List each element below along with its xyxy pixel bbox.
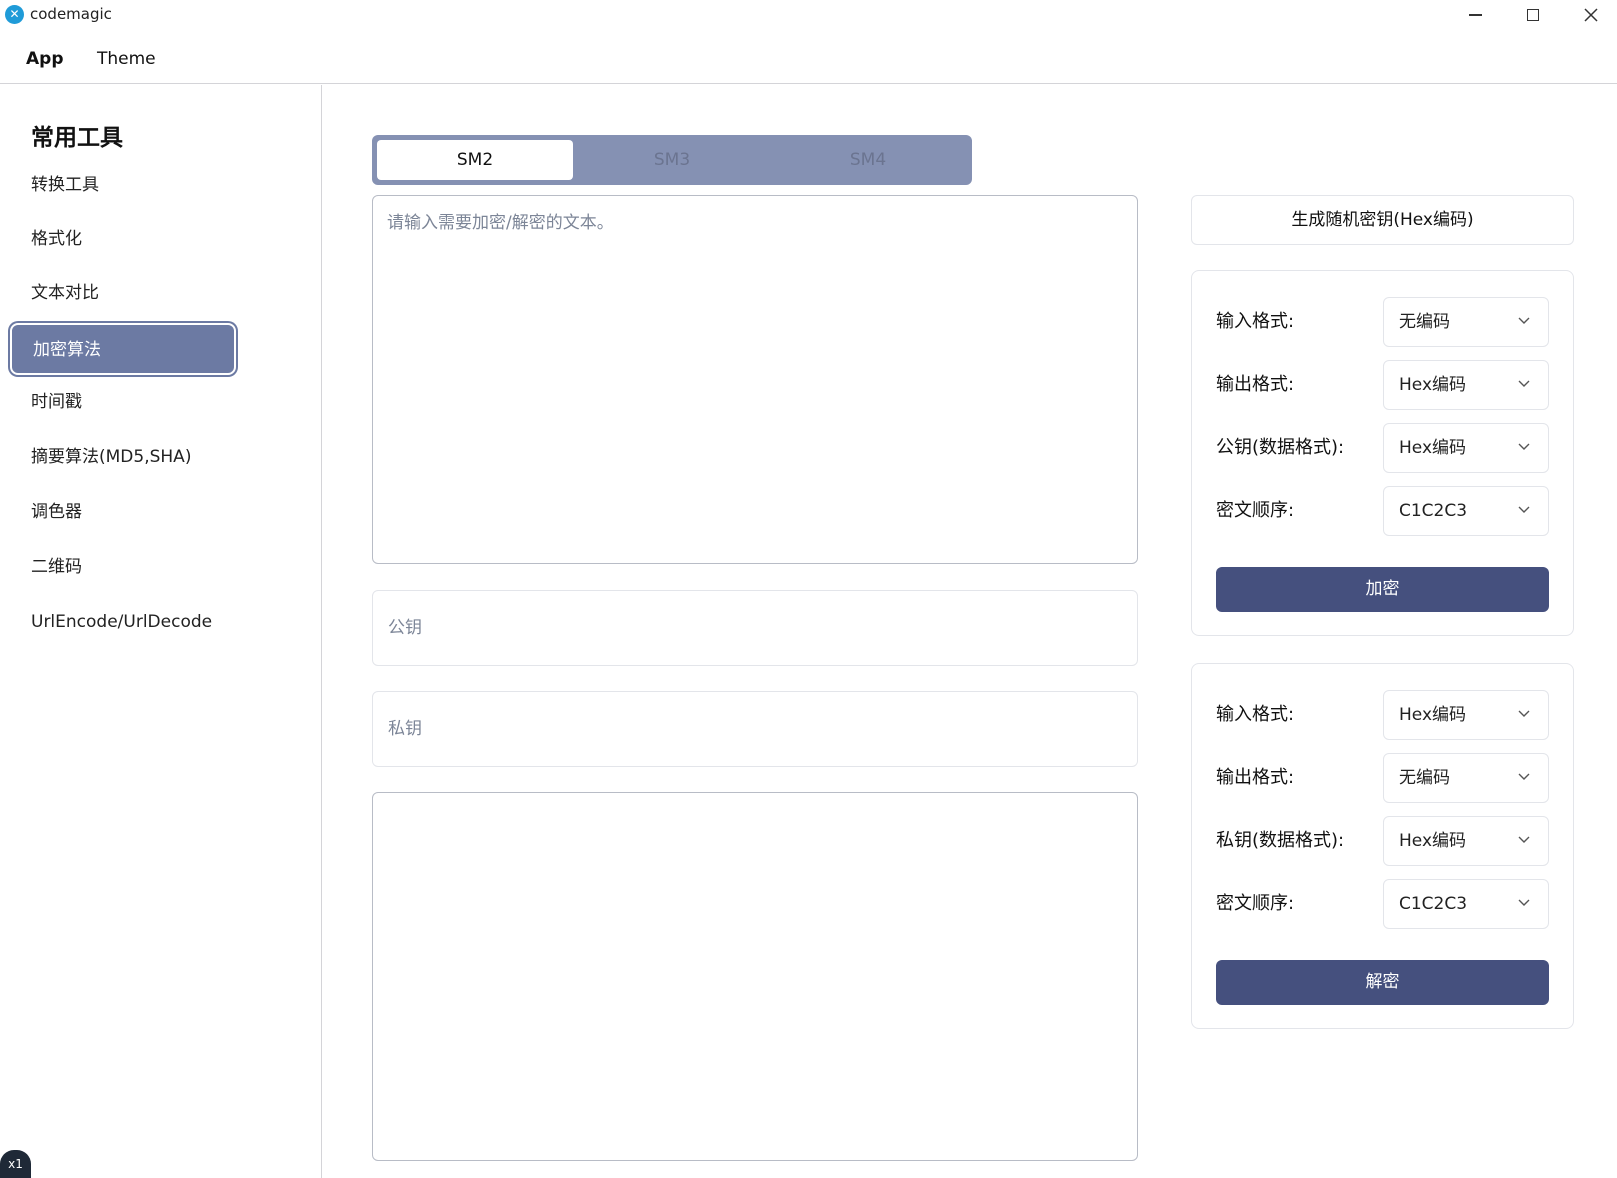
encrypt-cipher-order-select[interactable]: C1C2C3 <box>1383 486 1549 536</box>
select-value: C1C2C3 <box>1399 894 1468 914</box>
decrypt-input-format-label: 输入格式: <box>1216 704 1295 725</box>
encrypt-key-format-select[interactable]: Hex编码 <box>1383 423 1549 473</box>
app-title: codemagic <box>30 5 112 23</box>
tab-sm4[interactable]: SM4 <box>770 140 966 180</box>
select-value: Hex编码 <box>1399 705 1467 725</box>
close-icon <box>1584 8 1598 22</box>
sidebar-item-crypto[interactable]: 加密算法 <box>10 323 236 375</box>
sidebar-item-digest[interactable]: 摘要算法(MD5,SHA) <box>8 430 238 485</box>
sidebar-item-convert[interactable]: 转换工具 <box>8 158 238 213</box>
close-button[interactable] <box>1562 0 1617 30</box>
chevron-down-icon <box>1518 506 1530 513</box>
private-key-input[interactable]: 私钥 <box>372 691 1138 767</box>
sidebar-item-diff[interactable]: 文本对比 <box>8 266 238 321</box>
menu-bar: App Theme <box>0 36 1617 84</box>
decrypt-cipher-order-label: 密文顺序: <box>1216 893 1295 914</box>
select-value: C1C2C3 <box>1399 501 1468 521</box>
generate-key-button[interactable]: 生成随机密钥(Hex编码) <box>1191 195 1574 245</box>
chevron-down-icon <box>1518 317 1530 324</box>
output-textarea[interactable] <box>372 792 1138 1161</box>
public-key-input[interactable]: 公钥 <box>372 590 1138 666</box>
menu-theme[interactable]: Theme <box>97 49 156 69</box>
chevron-down-icon <box>1518 773 1530 780</box>
decrypt-cipher-order-select[interactable]: C1C2C3 <box>1383 879 1549 929</box>
decrypt-button[interactable]: 解密 <box>1216 960 1549 1005</box>
decrypt-key-format-label: 私钥(数据格式): <box>1216 830 1345 851</box>
sidebar-item-timestamp[interactable]: 时间戳 <box>8 375 238 430</box>
chevron-down-icon <box>1518 380 1530 387</box>
encrypt-output-format-label: 输出格式: <box>1216 374 1295 395</box>
encrypt-button[interactable]: 加密 <box>1216 567 1549 612</box>
title-bar: ✕ codemagic <box>0 0 1617 30</box>
zoom-badge[interactable]: x1 <box>0 1150 31 1178</box>
sidebar-item-qrcode[interactable]: 二维码 <box>8 540 238 595</box>
select-value: Hex编码 <box>1399 438 1467 458</box>
decrypt-input-format-select[interactable]: Hex编码 <box>1383 690 1549 740</box>
encrypt-input-format-select[interactable]: 无编码 <box>1383 297 1549 347</box>
maximize-icon <box>1527 9 1539 21</box>
algorithm-tabs: SM2 SM3 SM4 <box>372 135 972 185</box>
select-value: Hex编码 <box>1399 831 1467 851</box>
minimize-icon <box>1468 14 1482 16</box>
select-value: Hex编码 <box>1399 375 1467 395</box>
app-logo-icon: ✕ <box>5 5 24 24</box>
encrypt-input-format-label: 输入格式: <box>1216 311 1295 332</box>
tab-sm3[interactable]: SM3 <box>574 140 770 180</box>
chevron-down-icon <box>1518 836 1530 843</box>
encrypt-key-format-label: 公钥(数据格式): <box>1216 437 1345 458</box>
sidebar-item-format[interactable]: 格式化 <box>8 212 238 267</box>
sidebar-item-color[interactable]: 调色器 <box>8 485 238 540</box>
encrypt-output-format-select[interactable]: Hex编码 <box>1383 360 1549 410</box>
select-value: 无编码 <box>1399 312 1450 332</box>
select-value: 无编码 <box>1399 768 1450 788</box>
encrypt-cipher-order-label: 密文顺序: <box>1216 500 1295 521</box>
sidebar-title: 常用工具 <box>31 125 123 151</box>
sidebar: 常用工具 转换工具 格式化 文本对比 加密算法 时间戳 摘要算法(MD5,SHA… <box>0 85 322 1178</box>
maximize-button[interactable] <box>1504 0 1562 30</box>
chevron-down-icon <box>1518 710 1530 717</box>
sidebar-item-urlencode[interactable]: UrlEncode/UrlDecode <box>8 595 238 650</box>
decrypt-key-format-select[interactable]: Hex编码 <box>1383 816 1549 866</box>
input-textarea[interactable]: 请输入需要加密/解密的文本。 <box>372 195 1138 564</box>
chevron-down-icon <box>1518 899 1530 906</box>
menu-app[interactable]: App <box>26 49 64 69</box>
decrypt-output-format-label: 输出格式: <box>1216 767 1295 788</box>
encrypt-panel: 输入格式: 无编码 输出格式: Hex编码 公钥(数据格式): Hex编码 密文… <box>1191 270 1574 636</box>
decrypt-panel: 输入格式: Hex编码 输出格式: 无编码 私钥(数据格式): Hex编码 密文… <box>1191 663 1574 1029</box>
tab-sm2[interactable]: SM2 <box>377 140 573 180</box>
decrypt-output-format-select[interactable]: 无编码 <box>1383 753 1549 803</box>
minimize-button[interactable] <box>1446 0 1504 30</box>
chevron-down-icon <box>1518 443 1530 450</box>
